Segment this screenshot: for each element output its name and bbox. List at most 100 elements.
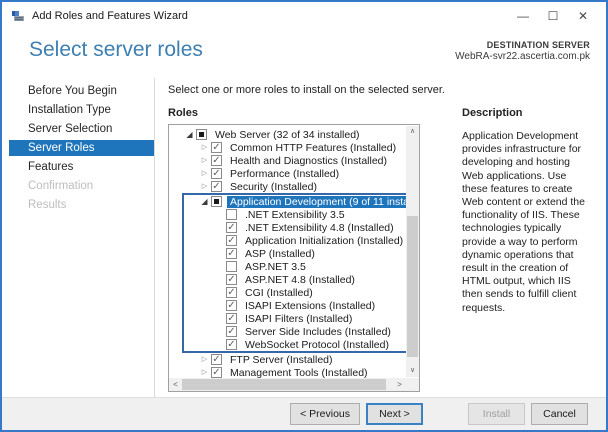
page-title: Select server roles bbox=[29, 38, 203, 78]
expander-collapsed-icon[interactable]: ▷ bbox=[198, 180, 211, 193]
scroll-right-icon[interactable]: > bbox=[393, 380, 406, 389]
tree-item-label: .NET Extensibility 4.8 (Installed) bbox=[242, 222, 397, 234]
tree-item-management-tools-installed[interactable]: ▷Management Tools (Installed) bbox=[169, 366, 406, 378]
destination-server-block: DESTINATION SERVER WebRA-svr22.ascertia.… bbox=[455, 39, 590, 78]
checkbox[interactable] bbox=[211, 155, 222, 166]
tree-item-label: Common HTTP Features (Installed) bbox=[227, 142, 399, 154]
checkbox[interactable] bbox=[226, 339, 237, 350]
description-column: Description Application Development prov… bbox=[462, 107, 590, 392]
description-label: Description bbox=[462, 107, 590, 119]
tree-item-label: WebSocket Protocol (Installed) bbox=[242, 339, 392, 351]
checkbox[interactable] bbox=[226, 287, 237, 298]
scroll-up-icon[interactable]: ∧ bbox=[406, 126, 419, 138]
tree-item-isapi-extensions-installed[interactable]: ISAPI Extensions (Installed) bbox=[184, 299, 406, 312]
selected-role-group-outline: ◢ Application Development (9 of 11 instal… bbox=[182, 193, 406, 353]
checkbox[interactable] bbox=[211, 367, 222, 378]
maximize-icon[interactable]: ☐ bbox=[538, 5, 568, 27]
expander-collapsed-icon[interactable]: ▷ bbox=[198, 366, 211, 378]
tree-item-application-initialization-installed[interactable]: Application Initialization (Installed) bbox=[184, 234, 406, 247]
previous-button[interactable]: < Previous bbox=[290, 403, 360, 425]
tree-item-net-extensibility-4-8-installed[interactable]: .NET Extensibility 4.8 (Installed) bbox=[184, 221, 406, 234]
scrollbar-corner bbox=[406, 378, 419, 391]
expander-collapsed-icon[interactable]: ▷ bbox=[198, 154, 211, 167]
install-button[interactable]: Install bbox=[468, 403, 525, 425]
checkbox[interactable] bbox=[211, 168, 222, 179]
horizontal-scrollbar[interactable]: < > bbox=[169, 378, 406, 391]
sidebar-item-server-selection[interactable]: Server Selection bbox=[9, 121, 154, 137]
destination-server-label: DESTINATION SERVER bbox=[455, 39, 590, 51]
tree-item-common-http-features-installed[interactable]: ▷ Common HTTP Features (Installed) bbox=[169, 141, 406, 154]
tree-item-label: .NET Extensibility 3.5 bbox=[242, 209, 348, 221]
sidebar-item-installation-type[interactable]: Installation Type bbox=[9, 102, 154, 118]
tree-item-asp-net-3-5[interactable]: ASP.NET 3.5 bbox=[184, 260, 406, 273]
cancel-button[interactable]: Cancel bbox=[531, 403, 588, 425]
wizard-body: Before You Begin Installation Type Server … bbox=[2, 78, 606, 397]
scroll-left-icon[interactable]: < bbox=[169, 380, 182, 389]
main-content: Select one or more roles to install on t… bbox=[155, 78, 606, 397]
tree-item-ftp-server-installed[interactable]: ▷ FTP Server (Installed) bbox=[169, 353, 406, 366]
checkbox[interactable] bbox=[226, 300, 237, 311]
checkbox[interactable] bbox=[226, 274, 237, 285]
tree-item-performance-installed[interactable]: ▷ Performance (Installed) bbox=[169, 167, 406, 180]
vertical-scrollbar[interactable]: ∧ ∨ bbox=[406, 126, 419, 377]
checkbox[interactable] bbox=[226, 235, 237, 246]
tree-item-asp-net-4-8-installed[interactable]: ASP.NET 4.8 (Installed) bbox=[184, 273, 406, 286]
roles-label: Roles bbox=[168, 107, 420, 119]
tree-item-websocket-protocol-installed[interactable]: WebSocket Protocol (Installed) bbox=[184, 338, 406, 351]
tree-item-label: CGI (Installed) bbox=[242, 287, 316, 299]
wizard-steps-sidebar: Before You Begin Installation Type Server … bbox=[2, 78, 155, 397]
sidebar-item-confirmation: Confirmation bbox=[9, 178, 154, 194]
checkbox[interactable] bbox=[226, 326, 237, 337]
sidebar-item-results: Results bbox=[9, 197, 154, 213]
horizontal-scrollbar-thumb[interactable] bbox=[182, 379, 386, 390]
tree-item-net-extensibility-3-5[interactable]: .NET Extensibility 3.5 bbox=[184, 208, 406, 221]
tree-item-label: Health and Diagnostics (Installed) bbox=[227, 155, 390, 167]
expander-collapsed-icon[interactable]: ▷ bbox=[198, 141, 211, 154]
tree-item-server-side-includes-installed[interactable]: Server Side Includes (Installed) bbox=[184, 325, 406, 338]
tree-item-health-and-diagnostics-installed[interactable]: ▷ Health and Diagnostics (Installed) bbox=[169, 154, 406, 167]
checkbox[interactable] bbox=[226, 222, 237, 233]
tree-item-label: Performance (Installed) bbox=[227, 168, 342, 180]
next-button[interactable]: Next > bbox=[366, 403, 423, 425]
content-columns: Roles ◢Web Server (32 of 34 installed)▷C… bbox=[168, 107, 590, 392]
sidebar-item-before-you-begin[interactable]: Before You Begin bbox=[9, 83, 154, 99]
checkbox[interactable] bbox=[211, 181, 222, 192]
tree-item-label: FTP Server (Installed) bbox=[227, 354, 336, 366]
checkbox[interactable] bbox=[211, 354, 222, 365]
tree-item-asp-installed[interactable]: ASP (Installed) bbox=[184, 247, 406, 260]
tree-item-label: Web Server (32 of 34 installed) bbox=[212, 129, 363, 141]
scroll-down-icon[interactable]: ∨ bbox=[406, 365, 419, 377]
tree-item-security-installed[interactable]: ▷Security (Installed) bbox=[169, 180, 406, 193]
checkbox[interactable] bbox=[211, 196, 222, 207]
title-bar: Add Roles and Features Wizard — ☐ ✕ bbox=[2, 2, 606, 30]
tree-item-cgi-installed[interactable]: CGI (Installed) bbox=[184, 286, 406, 299]
tree-item-application-development-9-of-11-installed[interactable]: ◢ Application Development (9 of 11 instal… bbox=[184, 195, 406, 208]
tree-item-label: ASP (Installed) bbox=[242, 248, 318, 260]
checkbox[interactable] bbox=[196, 129, 207, 140]
expander-collapsed-icon[interactable]: ▷ bbox=[198, 167, 211, 180]
roles-tree-content: ◢Web Server (32 of 34 installed)▷Common … bbox=[169, 126, 406, 378]
vertical-scrollbar-thumb[interactable] bbox=[407, 216, 418, 357]
expander-collapsed-icon[interactable]: ▷ bbox=[198, 353, 211, 366]
checkbox[interactable] bbox=[226, 313, 237, 324]
tree-item-label: Server Side Includes (Installed) bbox=[242, 326, 394, 338]
tree-item-label: ASP.NET 4.8 (Installed) bbox=[242, 274, 358, 286]
tree-item-web-server-32-of-34-installed[interactable]: ◢ Web Server (32 of 34 installed) bbox=[169, 128, 406, 141]
expander-expanded-icon[interactable]: ◢ bbox=[183, 128, 196, 141]
checkbox[interactable] bbox=[226, 209, 237, 220]
window-title: Add Roles and Features Wizard bbox=[32, 10, 508, 22]
checkbox[interactable] bbox=[226, 261, 237, 272]
checkbox[interactable] bbox=[211, 142, 222, 153]
expander-expanded-icon[interactable]: ◢ bbox=[198, 195, 211, 208]
sidebar-item-features[interactable]: Features bbox=[9, 159, 154, 175]
tree-item-isapi-filters-installed[interactable]: ISAPI Filters (Installed) bbox=[184, 312, 406, 325]
checkbox[interactable] bbox=[226, 248, 237, 259]
minimize-icon[interactable]: — bbox=[508, 5, 538, 27]
close-icon[interactable]: ✕ bbox=[568, 5, 598, 27]
roles-column: Roles ◢Web Server (32 of 34 installed)▷C… bbox=[168, 107, 420, 392]
wizard-footer: < Previous Next > Install Cancel bbox=[2, 397, 606, 430]
sidebar-item-server-roles[interactable]: Server Roles bbox=[9, 140, 154, 156]
app-icon bbox=[11, 9, 25, 23]
tree-item-label: Application Development (9 of 11 install… bbox=[227, 196, 406, 208]
wizard-header: Select server roles DESTINATION SERVER W… bbox=[2, 30, 606, 78]
